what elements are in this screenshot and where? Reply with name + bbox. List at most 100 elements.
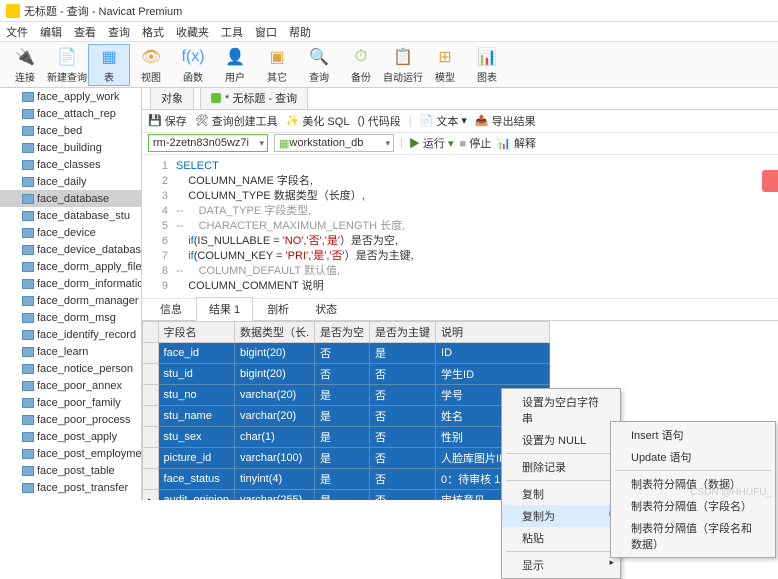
cell[interactable]: 是: [315, 448, 370, 469]
sidebar-item-face_poor_family[interactable]: face_poor_family: [0, 394, 141, 411]
sidebar-item-face_device_database[interactable]: face_device_database: [0, 241, 141, 258]
run-button[interactable]: ▶ 运行 ▾: [409, 135, 454, 151]
menu-item[interactable]: 粘贴: [502, 527, 620, 549]
menu-收藏夹[interactable]: 收藏夹: [176, 24, 209, 40]
cell[interactable]: stu_name: [158, 406, 234, 427]
col-header[interactable]: 是否为空: [315, 322, 370, 343]
cell[interactable]: picture_id: [158, 448, 234, 469]
menu-item[interactable]: Update 语句: [611, 446, 775, 468]
sidebar-item-face_dorm_information[interactable]: face_dorm_information: [0, 275, 141, 292]
menu-item[interactable]: 设置为 NULL: [502, 429, 620, 451]
sidebar-item-face_dorm_apply_file[interactable]: face_dorm_apply_file: [0, 258, 141, 275]
menu-item[interactable]: 显示: [502, 554, 620, 576]
col-header[interactable]: [143, 322, 159, 343]
sidebar-item-face_poor_process[interactable]: face_poor_process: [0, 411, 141, 428]
cell[interactable]: varchar(20): [234, 406, 314, 427]
cell[interactable]: 否: [315, 343, 370, 364]
menu-item[interactable]: 删除记录: [502, 456, 620, 478]
cell[interactable]: varchar(255): [234, 490, 314, 500]
sidebar-item-face_classes[interactable]: face_classes: [0, 156, 141, 173]
cell[interactable]: 是: [370, 343, 436, 364]
cell[interactable]: 否: [370, 406, 436, 427]
toolbar-图表[interactable]: 📊图表: [466, 44, 508, 86]
row-handle[interactable]: [143, 364, 159, 385]
code-button[interactable]: () 代码段: [357, 113, 400, 129]
col-header[interactable]: 说明: [436, 322, 550, 343]
cell[interactable]: 否: [315, 364, 370, 385]
menu-item[interactable]: Insert 语句: [611, 424, 775, 446]
sidebar-item-face_dorm_manager[interactable]: face_dorm_manager: [0, 292, 141, 309]
cell[interactable]: 是: [315, 385, 370, 406]
cell[interactable]: bigint(20): [234, 343, 314, 364]
toolbar-自动运行[interactable]: 📋自动运行: [382, 44, 424, 86]
sql-editor[interactable]: 1SELECT2 COLUMN_NAME 字段名,3 COLUMN_TYPE 数…: [142, 155, 778, 299]
cell[interactable]: 是: [315, 490, 370, 500]
sidebar-item-face_daily[interactable]: face_daily: [0, 173, 141, 190]
cell[interactable]: 否: [370, 469, 436, 490]
cell[interactable]: face_id: [158, 343, 234, 364]
menu-编辑[interactable]: 编辑: [40, 24, 62, 40]
sidebar-item-face_learn[interactable]: face_learn: [0, 343, 141, 360]
row-handle[interactable]: [143, 448, 159, 469]
col-header[interactable]: 字段名: [158, 322, 234, 343]
text-button[interactable]: 📄 文本 ▾: [420, 113, 467, 129]
sidebar-item-face_record_workstudy[interactable]: face_record_workstudy: [0, 496, 141, 500]
col-header[interactable]: 是否为主键: [370, 322, 436, 343]
sidebar-item-face_database[interactable]: face_database: [0, 190, 141, 207]
menu-工具[interactable]: 工具: [221, 24, 243, 40]
menu-查看[interactable]: 查看: [74, 24, 96, 40]
server-dropdown[interactable]: rm-2zetn83n05wz7i: [148, 134, 268, 152]
menu-item[interactable]: 制表符分隔值（字段名）: [611, 495, 775, 517]
row-handle[interactable]: [143, 406, 159, 427]
sidebar-item-face_post_apply[interactable]: face_post_apply: [0, 428, 141, 445]
tab-query[interactable]: * 无标题 - 查询: [200, 88, 308, 109]
save-button[interactable]: 💾 保存: [148, 113, 187, 129]
cell[interactable]: stu_sex: [158, 427, 234, 448]
toolbar-模型[interactable]: ⊞模型: [424, 44, 466, 86]
cell[interactable]: stu_id: [158, 364, 234, 385]
row-handle[interactable]: [143, 385, 159, 406]
toolbar-表[interactable]: ▦表: [88, 44, 130, 86]
sidebar-item-face_dorm_msg[interactable]: face_dorm_msg: [0, 309, 141, 326]
cell[interactable]: stu_no: [158, 385, 234, 406]
row-handle[interactable]: [143, 490, 159, 500]
toolbar-其它[interactable]: ▣其它: [256, 44, 298, 86]
sidebar-item-face_notice_person[interactable]: face_notice_person: [0, 360, 141, 377]
menu-item[interactable]: 复制为: [502, 505, 620, 527]
row-handle[interactable]: [143, 343, 159, 364]
sidebar-item-face_apply_work[interactable]: face_apply_work: [0, 88, 141, 105]
rtab-信息[interactable]: 信息: [148, 298, 194, 320]
menu-格式[interactable]: 格式: [142, 24, 164, 40]
cell[interactable]: 否: [370, 448, 436, 469]
export-button[interactable]: 📤 导出结果: [475, 113, 536, 129]
sidebar[interactable]: face_apply_workface_attach_repface_bedfa…: [0, 88, 142, 500]
row-handle[interactable]: [143, 427, 159, 448]
cell[interactable]: 否: [370, 364, 436, 385]
toolbar-连接[interactable]: 🔌连接: [4, 44, 46, 86]
explain-button[interactable]: 📊 解释: [497, 135, 536, 151]
sidebar-item-face_identify_record[interactable]: face_identify_record: [0, 326, 141, 343]
beautify-button[interactable]: ✨ 美化 SQL: [286, 113, 350, 129]
col-header[interactable]: 数据类型（长.: [234, 322, 314, 343]
toolbar-查询[interactable]: 🔍查询: [298, 44, 340, 86]
sidebar-item-face_bed[interactable]: face_bed: [0, 122, 141, 139]
menu-文件[interactable]: 文件: [6, 24, 28, 40]
cell[interactable]: 是: [315, 427, 370, 448]
sidebar-item-face_poor_annex[interactable]: face_poor_annex: [0, 377, 141, 394]
rtab-结果 1[interactable]: 结果 1: [196, 297, 253, 321]
cell[interactable]: 否: [370, 427, 436, 448]
cell[interactable]: varchar(20): [234, 385, 314, 406]
sidebar-item-face_post_employmen[interactable]: face_post_employmen: [0, 445, 141, 462]
builder-button[interactable]: 🛠 查询创建工具: [195, 113, 278, 129]
sidebar-item-face_database_stu[interactable]: face_database_stu: [0, 207, 141, 224]
toolbar-函数[interactable]: f(x)函数: [172, 44, 214, 86]
menu-item[interactable]: 制表符分隔值（字段名和数据）: [611, 517, 775, 555]
context-menu[interactable]: 设置为空白字符串设置为 NULL删除记录复制复制为粘贴显示: [501, 388, 621, 579]
cell[interactable]: face_status: [158, 469, 234, 490]
database-dropdown[interactable]: ▦ workstation_db: [274, 134, 394, 152]
menu-帮助[interactable]: 帮助: [289, 24, 311, 40]
toolbar-用户[interactable]: 👤用户: [214, 44, 256, 86]
cell[interactable]: tinyint(4): [234, 469, 314, 490]
cell[interactable]: audit_opinion: [158, 490, 234, 500]
cell[interactable]: bigint(20): [234, 364, 314, 385]
